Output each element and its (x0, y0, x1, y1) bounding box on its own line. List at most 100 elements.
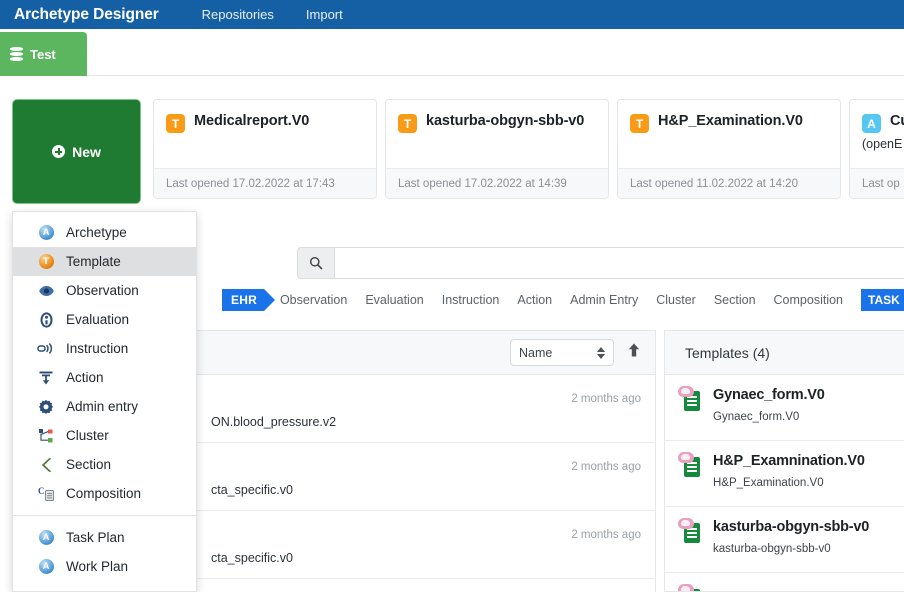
sort-by-select[interactable]: Name (510, 339, 614, 366)
menu-item-work-plan[interactable]: A Work Plan (13, 552, 196, 581)
archetype-badge-icon: A (862, 114, 881, 133)
menu-item-label: Section (66, 457, 112, 472)
recent-card-last-opened: Last opened 17.02.2022 at 17:43 (166, 178, 335, 190)
menu-item-action[interactable]: Action (13, 363, 196, 392)
action-icon (37, 369, 55, 387)
search-input[interactable] (334, 247, 904, 279)
template-subtitle: H&P_Examination.V0 (713, 477, 824, 489)
recent-card-last-opened: Last op (862, 178, 900, 190)
recent-card[interactable]: T kasturba-obgyn-sbb-v0 Last opened 17.0… (385, 99, 609, 199)
recent-card-subtitle: (openE (862, 137, 903, 151)
filter-action[interactable]: Action (517, 293, 552, 307)
row-timestamp: 2 months ago (571, 529, 641, 541)
app-root: Archetype Designer Repositories Import T… (0, 0, 904, 592)
filter-chip-ehr[interactable]: EHR (222, 289, 275, 311)
search-icon[interactable] (297, 247, 334, 279)
recent-card-last-opened: Last opened 17.02.2022 at 14:39 (398, 178, 567, 190)
recent-card[interactable]: A Cu (openE Last op (849, 99, 904, 199)
workspace-tab-label: Test (30, 46, 56, 62)
filter-admin-entry[interactable]: Admin Entry (570, 293, 638, 307)
template-document-cloud-icon (678, 584, 703, 591)
menu-item-section[interactable]: Section (13, 450, 196, 479)
template-document-cloud-icon (678, 518, 703, 544)
filter-cluster[interactable]: Cluster (656, 293, 696, 307)
recent-cards-strip: New T Medicalreport.V0 Last opened 17.02… (0, 95, 904, 205)
menu-item-label: Evaluation (66, 312, 130, 327)
database-icon (10, 47, 23, 61)
recent-card-last-opened: Last opened 11.02.2022 at 14:20 (630, 178, 798, 190)
menu-item-label: Task Plan (66, 530, 125, 545)
composition-icon: C (37, 485, 55, 503)
sort-direction-ascending-icon[interactable] (627, 342, 641, 363)
row-identifier: cta_specific.v0 (211, 483, 293, 497)
archetype-circle-icon: A (37, 529, 55, 547)
top-navigation-bar: Archetype Designer Repositories Import (0, 0, 904, 29)
workspace-tab-test[interactable]: Test (0, 32, 87, 76)
workspace-tab-bar: Test (0, 29, 904, 76)
recent-card-title: Cu (890, 113, 904, 129)
new-button[interactable]: New (12, 99, 141, 204)
menu-item-cluster[interactable]: Cluster (13, 421, 196, 450)
svg-text:C: C (38, 486, 45, 496)
nav-link-import[interactable]: Import (306, 7, 343, 22)
filter-task-plan[interactable]: TASK (861, 289, 904, 311)
recent-card-title: kasturba-obgyn-sbb-v0 (426, 113, 585, 129)
template-title: Gynaec_form.V0 (713, 387, 825, 403)
results-list-panel: Name 2 months ago ON.blood_pressure.v2 2… (196, 330, 656, 592)
search-glyph (309, 256, 323, 270)
plus-circle-icon (52, 145, 66, 158)
recent-card-title: Medicalreport.V0 (194, 113, 310, 129)
menu-item-task-plan[interactable]: A Task Plan (13, 523, 196, 552)
sort-by-value: Name (519, 345, 553, 360)
menu-item-label: Observation (66, 283, 139, 298)
menu-item-label: Action (66, 370, 104, 385)
filter-instruction[interactable]: Instruction (442, 293, 500, 307)
row-timestamp: 2 months ago (571, 461, 641, 473)
templates-panel-header: Templates (4) (665, 331, 904, 375)
instruction-icon (37, 340, 55, 358)
menu-item-admin-entry[interactable]: Admin entry (13, 392, 196, 421)
template-badge-icon: T (630, 114, 649, 133)
template-badge-icon: T (398, 114, 417, 133)
template-document-cloud-icon (678, 386, 703, 412)
list-item[interactable] (665, 573, 904, 591)
list-item[interactable]: kasturba-obgyn-sbb-v0 kasturba-obgyn-sbb… (665, 507, 904, 573)
table-row[interactable]: 2 months ago ON.blood_pressure.v2 (197, 375, 655, 443)
archetype-circle-icon: A (37, 224, 55, 242)
section-chevron-icon (37, 456, 55, 474)
top-nav-links: Repositories Import (202, 7, 375, 22)
list-item[interactable]: Gynaec_form.V0 Gynaec_form.V0 (665, 375, 904, 441)
menu-item-label: Cluster (66, 428, 109, 443)
menu-item-composition[interactable]: C Composition (13, 479, 196, 508)
table-row[interactable]: 2 months ago cta_specific.v0 (197, 443, 655, 511)
menu-item-label: Instruction (66, 341, 129, 356)
menu-item-evaluation[interactable]: Evaluation (13, 305, 196, 334)
menu-item-label: Composition (66, 486, 142, 501)
row-identifier: cta_specific.v0 (211, 551, 293, 565)
filter-composition[interactable]: Composition (774, 293, 843, 307)
template-circle-icon: T (37, 253, 55, 271)
recent-card[interactable]: T Medicalreport.V0 Last opened 17.02.202… (153, 99, 377, 199)
menu-item-archetype[interactable]: A Archetype (13, 218, 196, 247)
new-button-label: New (72, 143, 101, 160)
template-badge-icon: T (166, 114, 185, 133)
filter-evaluation[interactable]: Evaluation (365, 293, 423, 307)
list-item[interactable]: H&P_Examnination.V0 H&P_Examination.V0 (665, 441, 904, 507)
menu-item-instruction[interactable]: Instruction (13, 334, 196, 363)
results-list-toolbar: Name (197, 331, 655, 375)
type-filter-bar: EHR Observation Evaluation Instruction A… (222, 286, 904, 314)
template-subtitle: Gynaec_form.V0 (713, 411, 800, 423)
menu-item-observation[interactable]: Observation (13, 276, 196, 305)
template-document-cloud-icon (678, 452, 703, 478)
template-subtitle: kasturba-obgyn-sbb-v0 (713, 543, 831, 555)
menu-item-template[interactable]: T Template (13, 247, 196, 276)
filter-section[interactable]: Section (714, 293, 756, 307)
templates-panel: Templates (4) Gynaec_form.V0 Gynaec_form… (664, 330, 904, 592)
eye-icon (37, 282, 55, 300)
filter-observation[interactable]: Observation (280, 293, 347, 307)
recent-card[interactable]: T H&P_Examination.V0 Last opened 11.02.2… (617, 99, 841, 199)
nav-link-repositories[interactable]: Repositories (202, 7, 274, 22)
menu-item-label: Admin entry (66, 399, 139, 414)
row-timestamp: 2 months ago (571, 393, 641, 405)
table-row[interactable]: 2 months ago cta_specific.v0 (197, 511, 655, 579)
